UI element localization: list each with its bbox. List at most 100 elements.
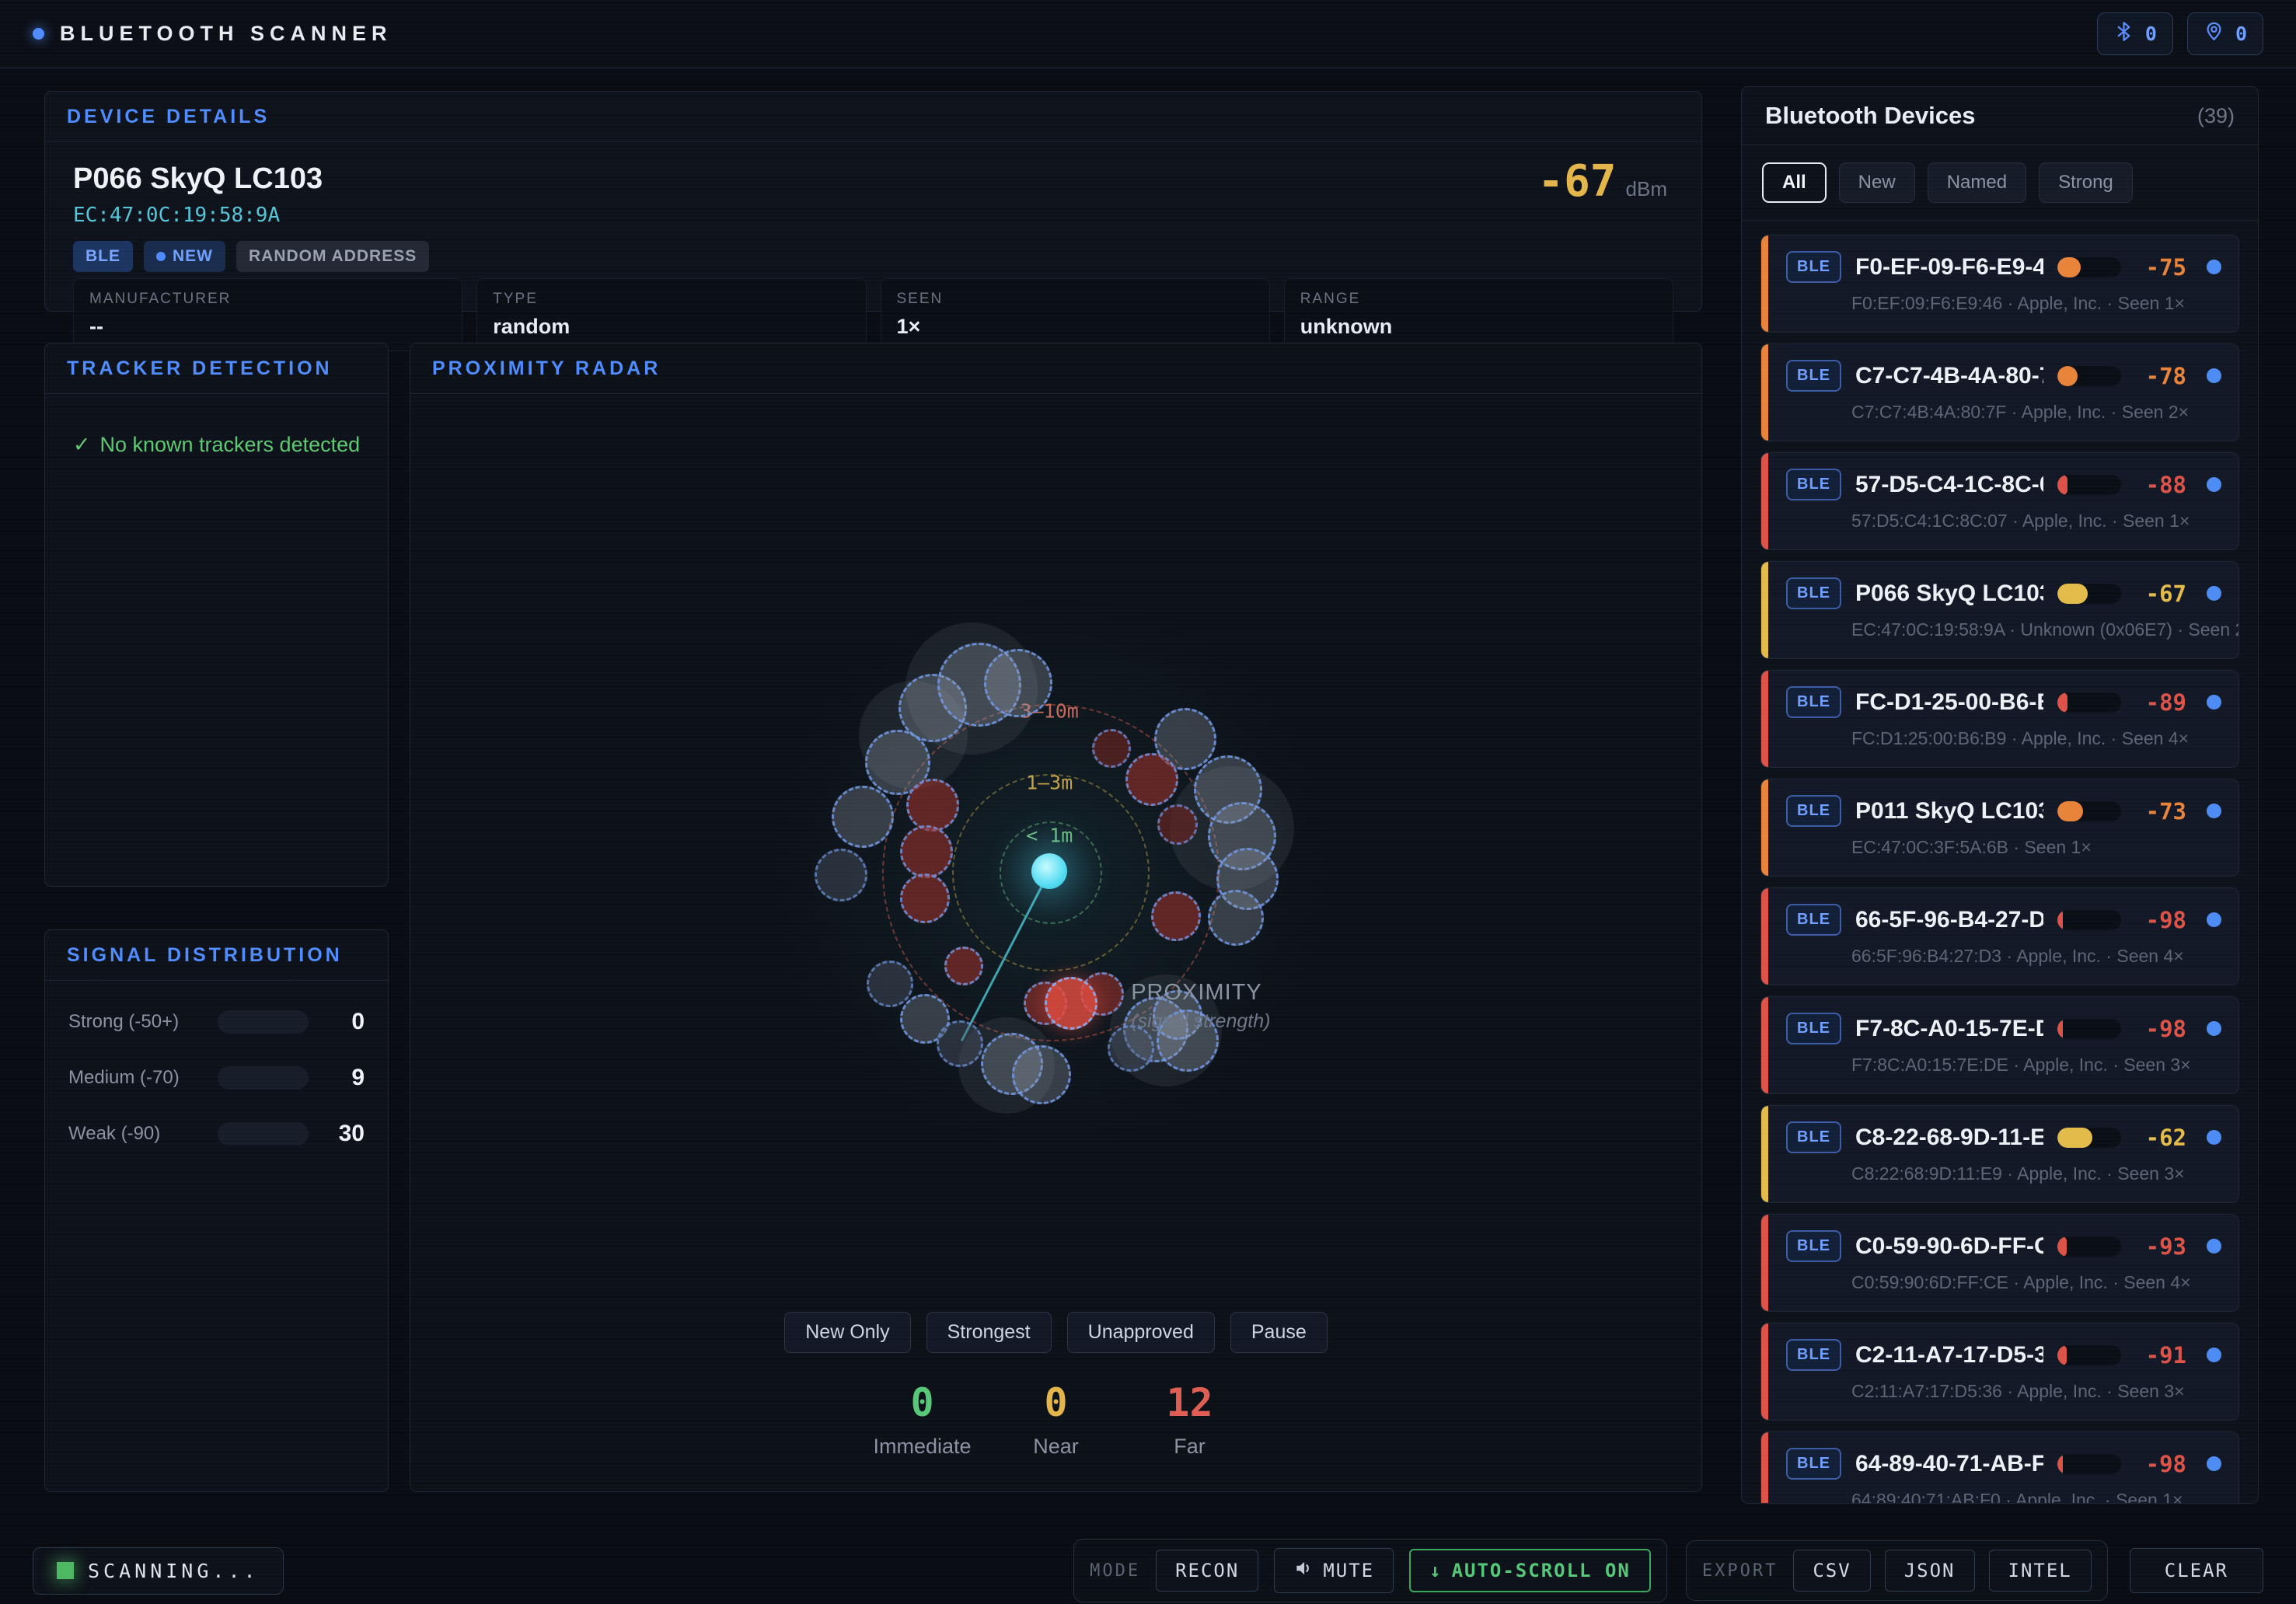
signal-row-label: Strong (-50+) [68, 1011, 202, 1033]
device-list-item[interactable]: BLE 64-89-40-71-AB-F0 -98 64:89:40:71:AB… [1760, 1431, 2239, 1503]
device-list-item[interactable]: BLE F7-8C-A0-15-7E-DE -98 F7:8C:A0:15:7E… [1760, 996, 2239, 1094]
device-meta: EC:47:0C:3F:5A:6B · Seen 1× [1851, 837, 2221, 858]
device-fields: MANUFACTURER -- TYPE random SEEN 1× RANG… [73, 278, 1673, 351]
device-status-dot [2207, 1348, 2221, 1362]
device-rssi: -98 [2135, 1016, 2186, 1042]
export-intel-button[interactable]: INTEL [1989, 1550, 2092, 1592]
tracker-detection-panel: TRACKER DETECTION ✓No known trackers det… [44, 343, 389, 887]
device-list-item[interactable]: BLE C0-59-90-6D-FF-CE -93 C0:59:90:6D:FF… [1760, 1214, 2239, 1312]
mode-controls-group: MODE RECON MUTE ↓ AUTO-SCROLL ON [1073, 1539, 1667, 1602]
signal-bar [2057, 1454, 2121, 1474]
device-row: BLE 66-5F-96-B4-27-D3 -98 [1786, 904, 2221, 936]
device-row: BLE F7-8C-A0-15-7E-DE -98 [1786, 1013, 2221, 1044]
proximity-stat: 0 Immediate [856, 1380, 989, 1459]
radar-watermark: PROXIMITY (signal strength) [1131, 980, 1270, 1033]
device-list[interactable]: BLE F0-EF-09-F6-E9-46 -75 F0:EF:09:F6:E9… [1742, 221, 2258, 1503]
device-rssi: -67 [2135, 581, 2186, 607]
signal-bar [2057, 257, 2121, 277]
proximity-radar-panel: PROXIMITY RADAR 3–10m1–3m< 1m PROXIMITY … [410, 343, 1702, 1492]
export-json-button[interactable]: JSON [1885, 1550, 1975, 1592]
device-meta: F7:8C:A0:15:7E:DE · Apple, Inc. · Seen 3… [1851, 1055, 2221, 1076]
device-field: MANUFACTURER -- [73, 278, 462, 351]
device-list-filters: All New Named Strong [1742, 145, 2258, 221]
device-list-item[interactable]: BLE F0-EF-09-F6-E9-46 -75 F0:EF:09:F6:E9… [1760, 235, 2239, 333]
device-row: BLE C0-59-90-6D-FF-CE -93 [1786, 1230, 2221, 1262]
device-status-dot [2207, 912, 2221, 927]
device-meta: 57:D5:C4:1C:8C:07 · Apple, Inc. · Seen 1… [1851, 511, 2221, 532]
tracker-status: ✓No known trackers detected [45, 394, 388, 457]
signal-distribution-header: SIGNAL DISTRIBUTION [45, 930, 388, 981]
mute-button[interactable]: MUTE [1274, 1548, 1394, 1593]
stat-label: Near [989, 1435, 1123, 1459]
device-name: FC-D1-25-00-B6-B9 [1855, 689, 2043, 716]
autoscroll-button[interactable]: ↓ AUTO-SCROLL ON [1409, 1549, 1651, 1592]
device-signal-accent [1761, 1323, 1768, 1420]
device-meta: C2:11:A7:17:D5:36 · Apple, Inc. · Seen 3… [1851, 1381, 2221, 1402]
ble-badge: BLE [1786, 795, 1841, 827]
device-list-item[interactable]: BLE C8-22-68-9D-11-E9 -62 C8:22:68:9D:11… [1760, 1105, 2239, 1203]
device-filter-tab[interactable]: New [1839, 162, 1915, 203]
radar-filter-button[interactable]: Strongest [926, 1312, 1052, 1353]
ble-badge: BLE [1786, 469, 1841, 500]
device-list-item[interactable]: BLE P011 SkyQ LC103 -73 EC:47:0C:3F:5A:6… [1760, 779, 2239, 877]
radar-filter-button[interactable]: New Only [784, 1312, 910, 1353]
selected-device-mac: EC:47:0C:19:58:9A [73, 204, 1673, 227]
mode-label: MODE [1090, 1561, 1140, 1581]
signal-row: Strong (-50+) 0 [68, 1009, 365, 1035]
scanning-label: SCANNING... [88, 1560, 260, 1582]
export-label: EXPORT [1702, 1561, 1778, 1581]
device-rssi: -98 [2135, 907, 2186, 933]
device-signal-accent [1761, 562, 1768, 658]
device-status-dot [2207, 260, 2221, 274]
device-filter-tab[interactable]: Named [1928, 162, 2026, 203]
speaker-icon [1293, 1558, 1314, 1583]
export-controls-group: EXPORT CSV JSON INTEL [1686, 1540, 2108, 1601]
bluetooth-count-badge[interactable]: 0 [2097, 12, 2173, 55]
field-label: MANUFACTURER [89, 291, 446, 308]
mode-button[interactable]: RECON [1156, 1550, 1258, 1592]
proximity-stat: 12 Far [1123, 1380, 1257, 1459]
device-list-item[interactable]: BLE C7-C7-4B-4A-80-7F -78 C7:C7:4B:4A:80… [1760, 343, 2239, 441]
device-name: C7-C7-4B-4A-80-7F [1855, 363, 2043, 389]
tracker-detection-header: TRACKER DETECTION [45, 343, 388, 394]
device-row: BLE 64-89-40-71-AB-F0 -98 [1786, 1448, 2221, 1480]
ble-badge: BLE [1786, 360, 1841, 392]
signal-bar [2057, 1019, 2121, 1039]
selected-device-name: P066 SkyQ LC103 [73, 162, 1673, 196]
signal-row-count: 0 [324, 1009, 365, 1035]
device-badge: RANDOM ADDRESS [236, 241, 429, 272]
watermark-title: PROXIMITY [1131, 980, 1270, 1006]
device-row: BLE C7-C7-4B-4A-80-7F -78 [1786, 360, 2221, 392]
mute-label: MUTE [1323, 1560, 1374, 1581]
signal-rows: Strong (-50+) 0 Medium (-70) 9 Weak (-90… [45, 981, 388, 1205]
location-count-badge[interactable]: 0 [2187, 12, 2263, 55]
stat-value: 0 [856, 1380, 989, 1425]
device-list-item[interactable]: BLE 66-5F-96-B4-27-D3 -98 66:5F:96:B4:27… [1760, 887, 2239, 985]
device-list-item[interactable]: BLE FC-D1-25-00-B6-B9 -89 FC:D1:25:00:B6… [1760, 670, 2239, 768]
device-list-item[interactable]: BLE 57-D5-C4-1C-8C-07 -88 57:D5:C4:1C:8C… [1760, 452, 2239, 550]
radar-filter-button[interactable]: Unapproved [1067, 1312, 1215, 1353]
device-count: (39) [2197, 104, 2235, 128]
device-name: C2-11-A7-17-D5-36 [1855, 1342, 2043, 1369]
device-field: TYPE random [476, 278, 866, 351]
export-buttons: CSV JSON INTEL [1793, 1550, 2091, 1592]
signal-row: Weak (-90) 30 [68, 1121, 365, 1147]
ble-badge: BLE [1786, 1448, 1841, 1480]
radar-filter-button[interactable]: Pause [1230, 1312, 1328, 1353]
device-list-item[interactable]: BLE P066 SkyQ LC103 -67 EC:47:0C:19:58:9… [1760, 561, 2239, 659]
device-name: C8-22-68-9D-11-E9 [1855, 1125, 2043, 1151]
device-filter-tab[interactable]: Strong [2039, 162, 2133, 203]
location-pin-icon [2204, 21, 2224, 47]
stat-value: 12 [1123, 1380, 1257, 1425]
ble-badge: BLE [1786, 577, 1841, 609]
clear-button[interactable]: CLEAR [2130, 1548, 2263, 1593]
device-signal-accent [1761, 235, 1768, 332]
device-details-panel: DEVICE DETAILS P066 SkyQ LC103 EC:47:0C:… [44, 91, 1702, 312]
device-list-item[interactable]: BLE C2-11-A7-17-D5-36 -91 C2:11:A7:17:D5… [1760, 1323, 2239, 1421]
device-list-header: Bluetooth Devices (39) [1742, 87, 2258, 145]
ble-badge: BLE [1786, 904, 1841, 936]
export-csv-button[interactable]: CSV [1793, 1550, 1870, 1592]
device-filter-tab[interactable]: All [1762, 162, 1827, 203]
signal-row-label: Medium (-70) [68, 1067, 202, 1089]
rssi-value: -67 [1537, 156, 1616, 207]
